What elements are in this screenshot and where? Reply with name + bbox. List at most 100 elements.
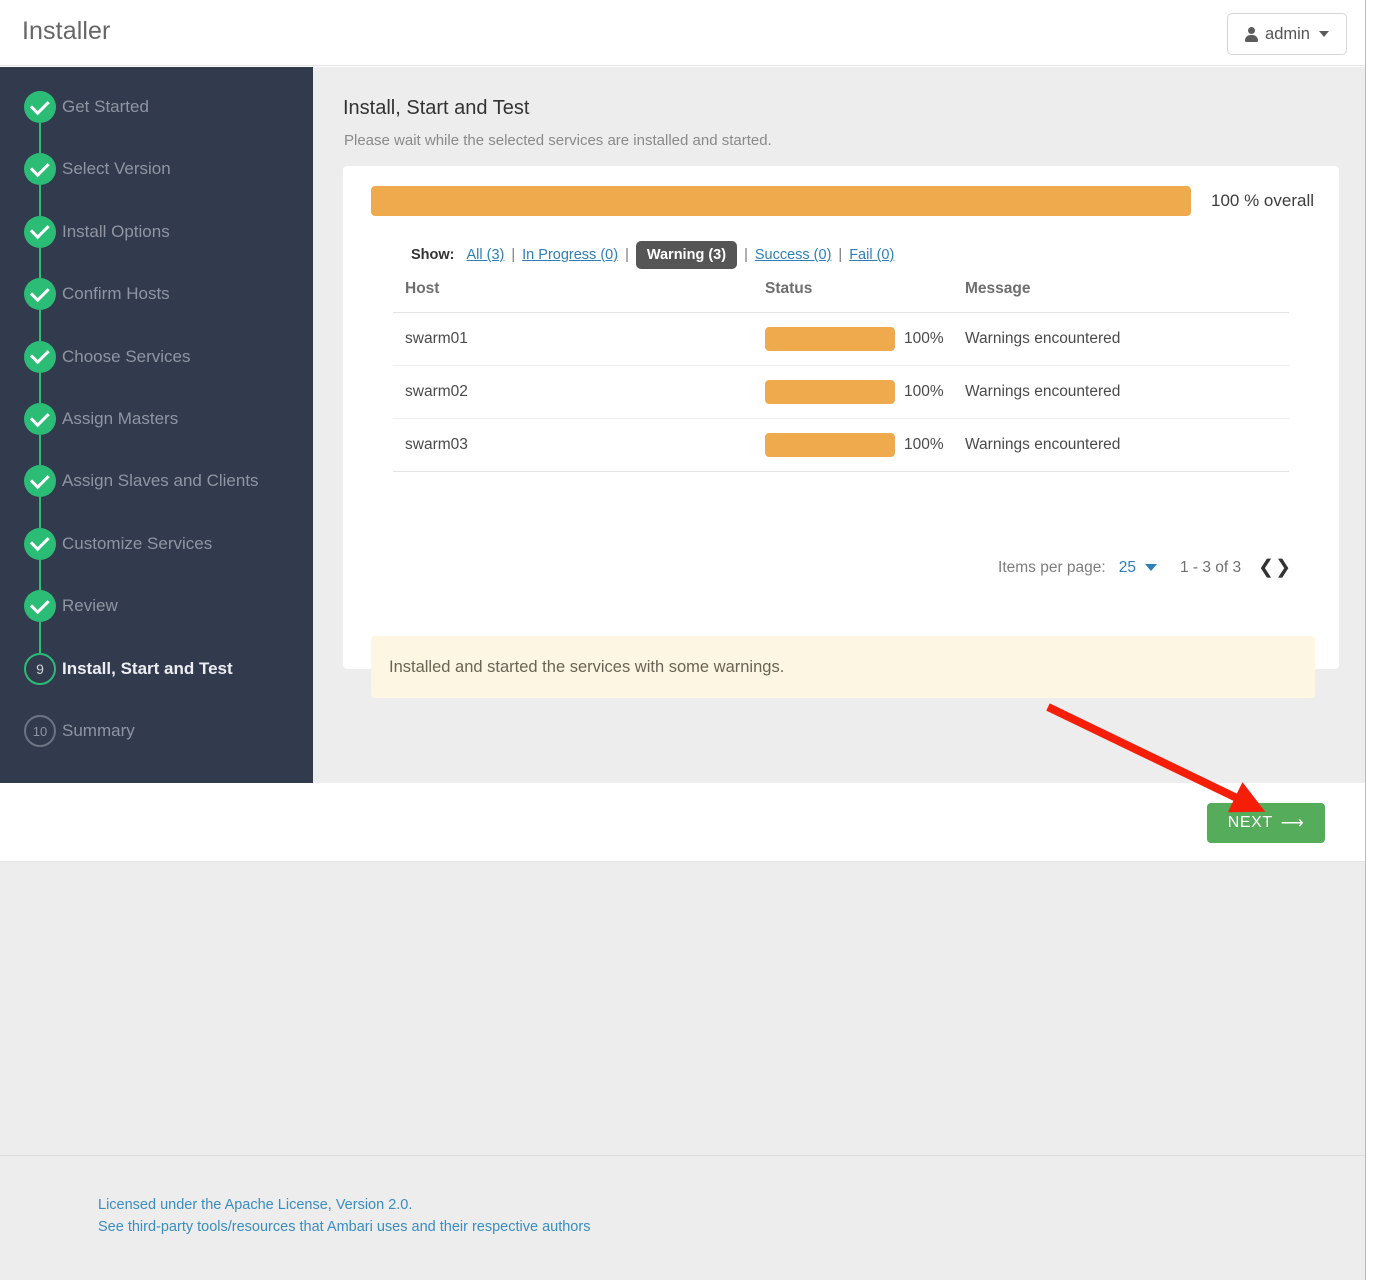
items-per-page-chevron-down-icon[interactable]	[1144, 564, 1157, 571]
row-progress-track	[765, 433, 895, 457]
check-glyph	[29, 406, 50, 427]
footer-link-thirdparty[interactable]: See third-party tools/resources that Amb…	[98, 1216, 590, 1238]
cell-host: swarm01	[393, 312, 765, 366]
sidebar-step-install-options[interactable]: Install Options	[0, 201, 313, 263]
column-header-host: Host	[393, 280, 765, 313]
row-progress: 100%	[765, 433, 965, 457]
row-progress-fill	[765, 327, 895, 351]
overall-progress-fill	[371, 186, 1191, 216]
person-icon	[1245, 26, 1259, 42]
sidebar-step-get-started[interactable]: Get Started	[0, 76, 313, 138]
column-header-status: Status	[765, 280, 965, 313]
row-progress: 100%	[765, 327, 965, 351]
cell-status: 100%	[765, 418, 965, 472]
user-menu-button[interactable]: admin	[1227, 13, 1347, 55]
cell-message: Warnings encountered	[965, 418, 1289, 472]
table-header-row: Host Status Message	[393, 280, 1289, 313]
sidebar-step-label: Review	[62, 596, 118, 616]
footer-link-license[interactable]: Licensed under the Apache License, Versi…	[98, 1194, 590, 1216]
overall-progress-label: 100 % overall	[1211, 191, 1315, 210]
filter-warning-3[interactable]: Warning (3)	[635, 241, 738, 269]
cell-host: swarm03	[393, 418, 765, 472]
row-progress-label: 100%	[904, 330, 944, 347]
content-heading: Install, Start and Test	[343, 97, 530, 119]
sidebar-step-label: Summary	[62, 721, 135, 740]
next-page-icon[interactable]: ❯	[1275, 558, 1291, 577]
cell-message: Warnings encountered	[965, 365, 1289, 419]
row-progress-label: 100%	[904, 383, 944, 400]
check-icon	[24, 465, 56, 498]
filter-success-0[interactable]: Success (0)	[755, 247, 832, 263]
user-menu-label: admin	[1265, 24, 1310, 43]
check-glyph	[29, 94, 50, 115]
filter-items: All (3) | In Progress (0) | Warning (3) | Succ…	[467, 241, 894, 269]
check-glyph	[29, 282, 50, 302]
previous-page-icon[interactable]: ❮	[1258, 558, 1274, 577]
sidebar-step-assign-slaves-and-clients[interactable]: Assign Slaves and Clients	[0, 450, 313, 512]
row-progress-fill	[765, 433, 895, 457]
check-icon	[24, 527, 56, 560]
check-glyph	[29, 157, 50, 178]
check-icon	[24, 403, 56, 435]
sidebar-step-label: Select Version	[62, 159, 171, 179]
main-content: Install, Start and Test Please wait whil…	[313, 67, 1365, 783]
table-row: swarm02 100% Warnings encountered	[393, 365, 1289, 419]
check-icon	[24, 278, 56, 311]
sidebar-step-customize-services[interactable]: Customize Services	[0, 513, 313, 575]
cell-message: Warnings encountered	[965, 312, 1289, 366]
table-row: swarm01 100% Warnings encountered	[393, 312, 1289, 366]
filter-separator: |	[838, 247, 843, 263]
show-label: Show:	[411, 247, 455, 263]
filter-in-progress-0[interactable]: In Progress (0)	[522, 247, 618, 263]
sidebar-step-install-start-and-test[interactable]: 9 Install, Start and Test	[0, 638, 313, 700]
sidebar-step-summary[interactable]: 10 Summary	[0, 700, 313, 762]
warning-banner-text: Installed and started the services with …	[389, 657, 785, 676]
check-icon	[24, 340, 56, 373]
sidebar-step-select-version[interactable]: Select Version	[0, 138, 313, 200]
sidebar-step-label: Assign Slaves and Clients	[62, 471, 259, 491]
check-glyph	[29, 219, 50, 240]
overall-progress-row: 100 % overall	[371, 186, 1315, 222]
table-row: swarm03 100% Warnings encountered	[393, 418, 1289, 472]
scroll-gutter	[1367, 0, 1382, 1280]
check-icon	[24, 215, 56, 248]
check-glyph	[29, 594, 50, 614]
check-icon	[24, 153, 56, 186]
row-progress: 100%	[765, 380, 965, 404]
page-title: Installer	[22, 17, 111, 45]
cell-status: 100%	[765, 312, 965, 366]
check-icon	[24, 590, 56, 623]
step-number-badge: 9	[24, 652, 56, 685]
wizard-sidebar: Get Started Select Version Install Options…	[0, 67, 313, 783]
wizard-action-bar: NEXT ⟶	[0, 783, 1365, 862]
next-button-label: NEXT	[1227, 814, 1273, 831]
row-progress-track	[765, 327, 895, 351]
row-progress-track	[765, 380, 895, 404]
items-per-page-label: Items per page:	[998, 558, 1106, 576]
check-icon	[24, 91, 56, 123]
step-number-badge: 10	[24, 715, 56, 747]
sidebar-step-review[interactable]: Review	[0, 575, 313, 637]
next-button[interactable]: NEXT ⟶	[1207, 803, 1325, 843]
footer-links: Licensed under the Apache License, Versi…	[98, 1194, 590, 1238]
row-progress-label: 100%	[904, 436, 944, 453]
filter-separator: |	[511, 247, 516, 263]
sidebar-step-confirm-hosts[interactable]: Confirm Hosts	[0, 263, 313, 325]
filter-separator: |	[625, 247, 629, 263]
sidebar-step-label: Install, Start and Test	[62, 658, 233, 678]
sidebar-step-label: Customize Services	[62, 533, 213, 553]
filter-fail-0[interactable]: Fail (0)	[849, 247, 894, 263]
items-per-page-value[interactable]: 25	[1119, 559, 1136, 577]
footer-divider	[0, 1155, 1365, 1156]
sidebar-step-label: Install Options	[62, 221, 170, 241]
filter-all-3[interactable]: All (3)	[467, 247, 505, 263]
sidebar-step-choose-services[interactable]: Choose Services	[0, 326, 313, 388]
sidebar-step-label: Confirm Hosts	[62, 284, 170, 304]
sidebar-step-assign-masters[interactable]: Assign Masters	[0, 388, 313, 450]
chevron-down-icon	[1319, 31, 1329, 37]
progress-card: 100 % overall Show: All (3) | In Progress …	[343, 166, 1339, 698]
arrow-right-icon: ⟶	[1280, 815, 1305, 832]
column-header-message: Message	[965, 280, 1289, 313]
pagination-range: 1 - 3 of 3	[1179, 558, 1242, 576]
sidebar-step-label: Assign Masters	[62, 409, 179, 428]
